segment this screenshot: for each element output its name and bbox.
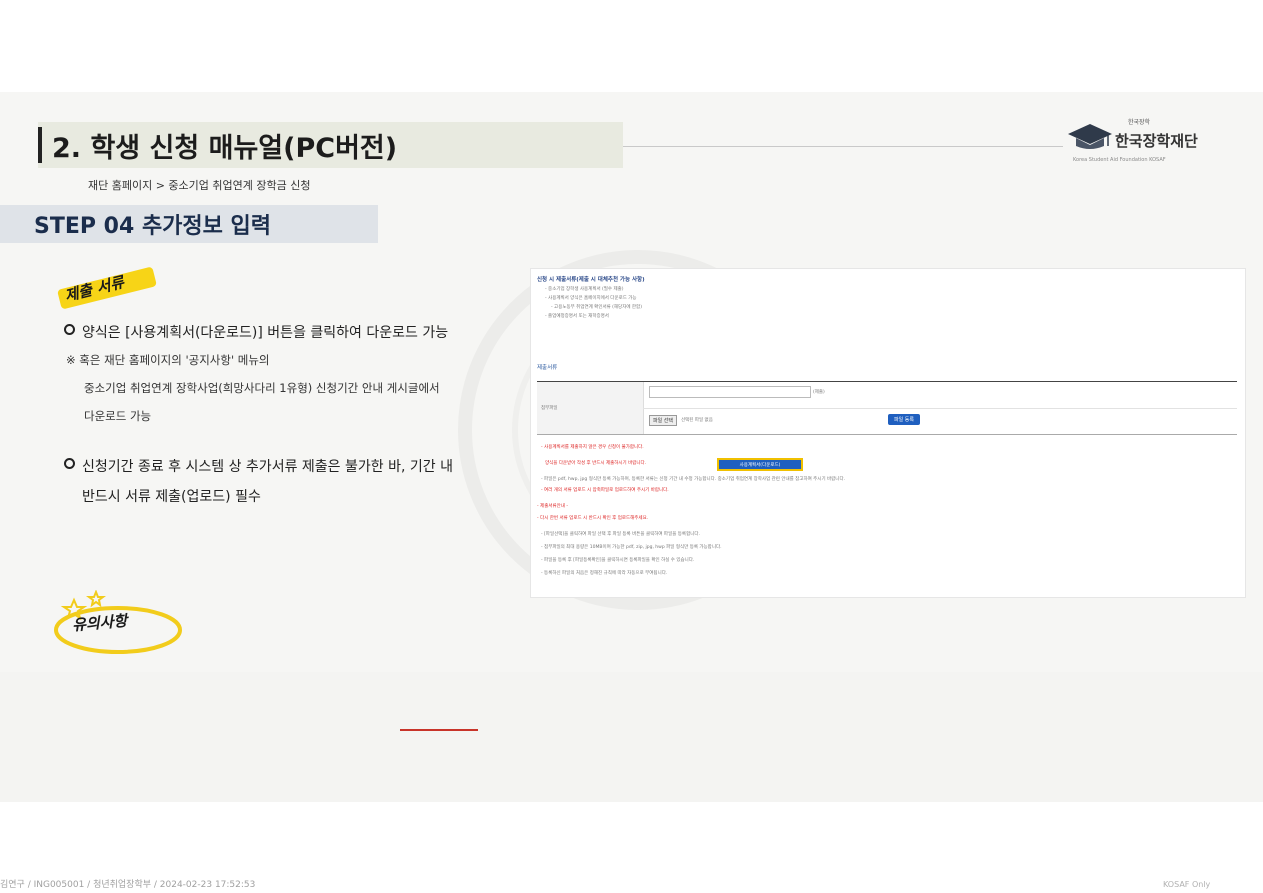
ss-line: - 사용계획서 양식은 홈페이지에서 다운로드 가능 xyxy=(545,296,637,301)
ss-table-label: 첨부파일 xyxy=(541,406,558,411)
caution-label: 유의사항 xyxy=(52,590,186,660)
ss-section-title: 제출서류 xyxy=(537,365,558,371)
note-line-3: 다운로드 가능 xyxy=(84,409,152,423)
ss-guide-line: - 등록하신 파일의 처음은 정해진 규칙에 따라 자동으로 부여됩니다. xyxy=(541,571,668,576)
ss-filename-input[interactable] xyxy=(649,386,811,398)
graduation-cap-icon xyxy=(1068,124,1112,149)
ss-line: - 졸업예정증명서 또는 재학증명서 xyxy=(545,314,609,319)
ss-register-button[interactable]: 파일 등록 xyxy=(888,414,920,425)
bottom-band xyxy=(0,672,1263,802)
circle-bullet-icon xyxy=(64,324,75,335)
title-band: 2. 학생 신청 매뉴얼(PC버전) xyxy=(38,122,623,168)
ss-input-suffix: (제출) xyxy=(813,390,825,395)
submit-docs-label: 제출 서류 xyxy=(57,266,158,312)
bullet-deadline-text-2: 반드시 서류 제출(업로드) 필수 xyxy=(82,489,261,505)
logo-name: 한국장학재단 xyxy=(1115,132,1198,150)
title-divider xyxy=(623,146,1063,147)
ss-no-file-text: 선택된 파일 없음 xyxy=(681,418,713,423)
red-underline xyxy=(400,729,478,731)
bullet-deadline-text: 신청기간 종료 후 시스템 상 추가서류 제출은 불가한 바, 기간 내 xyxy=(82,459,453,475)
bullet-deadline-info: 신청기간 종료 후 시스템 상 추가서류 제출은 불가한 바, 기간 내 xyxy=(64,456,453,476)
ss-warning-5: - 다시 한번 서류 업로드 시 반드시 확인 후 업로드해주세요. xyxy=(537,516,649,521)
circle-bullet-icon xyxy=(64,458,75,469)
ss-line: - 중소기업 장학생 사용계획서 (필수 제출) xyxy=(545,287,624,292)
ss-file-format-note: - 파일은 pdf, hwp, jpg 형식만 등록 가능하며, 등록한 서류는… xyxy=(541,477,846,482)
ss-heading: 신청 시 제출서류(제출 시 대체추천 가능 사항) xyxy=(537,277,645,283)
ss-file-select-button[interactable]: 파일 선택 xyxy=(649,415,677,426)
embedded-screenshot: 신청 시 제출서류(제출 시 대체추천 가능 사항) - 중소기업 장학생 사용… xyxy=(530,268,1246,598)
ss-download-plan-button[interactable]: 사용계획서(다운로드) xyxy=(717,458,803,471)
bullet-download-text: 양식은 [사용계획서(다운로드)] 버튼을 클릭하여 다운로드 가능 xyxy=(82,325,449,341)
page-title: 2. 학생 신청 매뉴얼(PC버전) xyxy=(52,132,398,164)
footer-stamp: 김연구 / ING005001 / 청년취업장학부 / 2024-02-23 1… xyxy=(0,880,256,890)
breadcrumb: 재단 홈페이지 > 중소기업 취업연계 장학금 신청 xyxy=(88,179,311,192)
ss-guide-line: - 첨부파일의 최대 용량은 10MB이며 가능한 pdf, zip, jpg,… xyxy=(541,545,722,550)
ss-warning-2: 양식을 다운받아 작성 후 반드시 제출하시기 바랍니다. xyxy=(545,461,647,466)
step-title: STEP 04 추가정보 입력 xyxy=(34,214,272,239)
step-band: STEP 04 추가정보 입력 xyxy=(0,205,378,243)
title-accent-bar xyxy=(38,127,42,163)
bullet-download-info: 양식은 [사용계획서(다운로드)] 버튼을 클릭하여 다운로드 가능 xyxy=(64,322,448,342)
ss-line: - 고용노동부 취업연계 확인서류 (해당자에 한함) xyxy=(551,305,642,310)
ss-guide-line: - 파일을 등록 후 [파일등록확인]을 클릭하시면 등록파일을 확인 하실 수… xyxy=(541,558,695,563)
logo-english: Korea Student Aid Foundation KOSAF xyxy=(1073,157,1166,163)
ss-warning-1: - 사용계획서를 제출하지 않은 경우 신청이 불가합니다. xyxy=(541,445,644,450)
note-line-1: ※ 혹은 재단 홈페이지의 '공지사항' 메뉴의 xyxy=(66,353,270,367)
ss-guide-title: - 제출서류안내 - xyxy=(537,504,568,509)
ss-guide-line: - [파일선택]을 클릭하여 파일 선택 후 파일 등록 버튼을 클릭하여 파일… xyxy=(541,532,700,537)
logo-caption: 한국장학 xyxy=(1128,119,1151,126)
ss-warning-3: - 여러 개의 서류 업로드 시 압축파일로 업로드하여 주시기 바랍니다. xyxy=(541,488,669,493)
footer-mark: KOSAF Only xyxy=(1163,880,1211,889)
note-line-2: 중소기업 취업연계 장학사업(희망사다리 1유형) 신청기간 안내 게시글에서 xyxy=(84,381,440,395)
ss-upload-table xyxy=(537,381,1237,435)
ss-row-divider xyxy=(643,408,1237,409)
